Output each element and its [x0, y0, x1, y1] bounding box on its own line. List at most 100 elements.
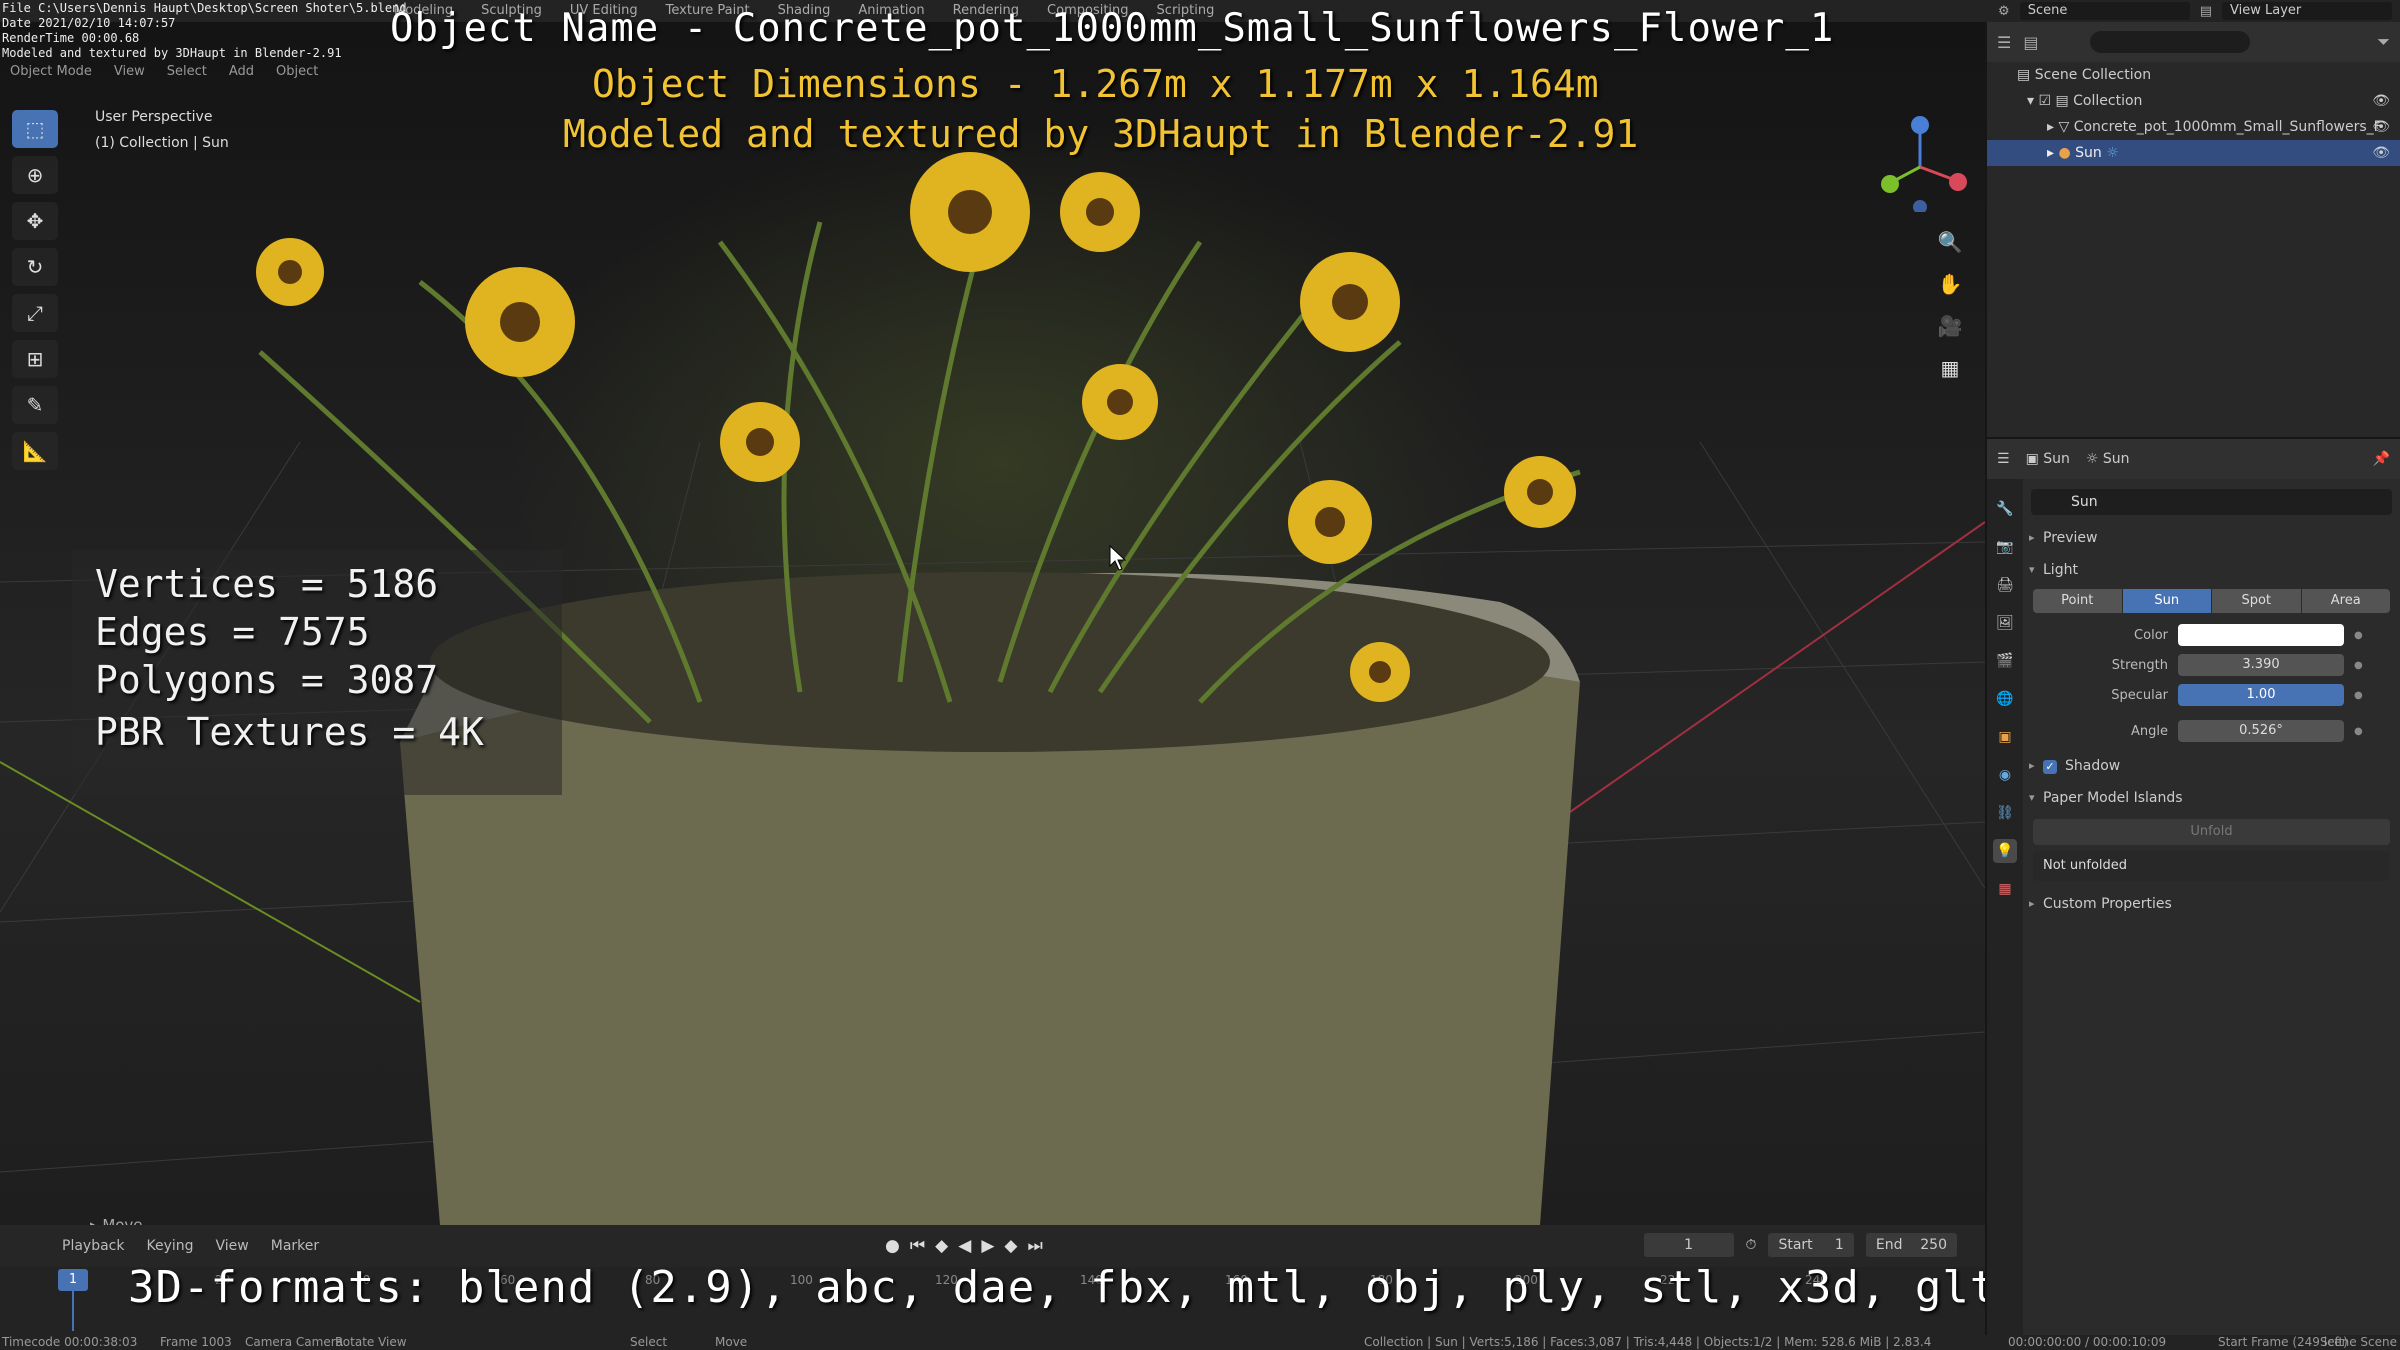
- light-data-tab-icon[interactable]: 💡: [1993, 839, 2017, 863]
- measure-icon[interactable]: 📐: [12, 432, 58, 470]
- menu-object[interactable]: Object: [276, 64, 318, 79]
- constraints-tab-icon[interactable]: ⛓: [1993, 801, 2017, 825]
- light-panel-header[interactable]: ▾ Light: [2023, 555, 2400, 585]
- record-icon[interactable]: ●: [885, 1236, 900, 1256]
- keyframe-dot-icon[interactable]: ●: [2354, 726, 2363, 737]
- vertices-stat: Vertices = 5186: [95, 562, 439, 606]
- shadow-panel-header[interactable]: ▸ ✓ Shadow: [2023, 751, 2400, 781]
- end-frame-field[interactable]: End 250: [1865, 1233, 1957, 1257]
- outliner-collection[interactable]: ▾ ☑ ▤ Collection 👁: [1987, 88, 2400, 114]
- light-type-area[interactable]: Area: [2301, 589, 2390, 613]
- move-icon[interactable]: ✥: [12, 202, 58, 240]
- world-tab-icon[interactable]: 🌐: [1993, 687, 2017, 711]
- outliner-object-pot[interactable]: ▸ ▽ Concrete_pot_1000mm_Small_Sunflowers…: [1987, 114, 2400, 140]
- camera-view-icon[interactable]: 🎥: [1935, 314, 1965, 342]
- view-layer-tab-icon[interactable]: 🖼: [1993, 611, 2017, 635]
- status-scene: Scene Scene: [2320, 1335, 2397, 1349]
- formats-caption: 3D-formats: blend (2.9), abc, dae, fbx, …: [128, 1262, 2163, 1313]
- scale-icon[interactable]: ⤢: [12, 294, 58, 332]
- specular-label: Specular: [2111, 687, 2168, 703]
- eye-icon[interactable]: 👁: [2372, 140, 2390, 166]
- eye-icon[interactable]: 👁: [2372, 114, 2390, 140]
- menu-playback[interactable]: Playback: [62, 1238, 124, 1254]
- scene-tab-icon[interactable]: 🎬: [1993, 649, 2017, 673]
- expanded-arrow-icon: ▾: [2029, 791, 2035, 804]
- paper-model-panel-header[interactable]: ▾ Paper Model Islands: [2023, 783, 2400, 813]
- keyframe-dot-icon[interactable]: ●: [2354, 660, 2363, 671]
- keyframe-dot-icon[interactable]: ●: [2354, 630, 2363, 641]
- specular-slider[interactable]: 1.00: [2178, 684, 2344, 706]
- author-caption: Modeled and textured by 3DHaupt in Blend…: [563, 112, 1639, 156]
- zoom-icon[interactable]: 🔍: [1935, 230, 1965, 258]
- pan-hand-icon[interactable]: ✋: [1935, 272, 1965, 300]
- outliner-scene-collection[interactable]: ▤ Scene Collection: [1987, 62, 2400, 88]
- menu-keying[interactable]: Keying: [146, 1238, 193, 1254]
- menu-marker[interactable]: Marker: [271, 1238, 319, 1254]
- menu-add[interactable]: Add: [229, 64, 254, 79]
- navigation-gizmo[interactable]: [1880, 112, 1980, 212]
- tool-tab-icon[interactable]: 🔧: [1993, 497, 2017, 521]
- display-mode-icon[interactable]: ▤: [2023, 33, 2038, 52]
- playhead[interactable]: 1: [58, 1269, 88, 1291]
- shadow-checkbox[interactable]: ✓: [2043, 760, 2057, 774]
- rotate-icon[interactable]: ↻: [12, 248, 58, 286]
- annotate-icon[interactable]: ✎: [12, 386, 58, 424]
- filter-icon[interactable]: ⏷: [2377, 32, 2390, 52]
- polygons-stat: Polygons = 3087: [95, 658, 439, 702]
- jump-start-icon[interactable]: ⏮: [910, 1236, 925, 1256]
- view-layer-selector[interactable]: View Layer: [2222, 2, 2392, 20]
- outliner-header: ☰ ▤ ⏷: [1987, 22, 2400, 62]
- eye-icon[interactable]: 👁: [2372, 88, 2390, 114]
- next-keyframe-icon[interactable]: ◆: [1004, 1236, 1017, 1256]
- collection-info: (1) Collection | Sun: [95, 135, 229, 151]
- properties-editor[interactable]: ☰ ▣ Sun ☼ Sun 📌 🔧 📷 🖨 🖼 🎬 🌐 ▣ ◉ ⛓ 💡 ▦ Su…: [1985, 437, 2400, 1337]
- light-type-spot[interactable]: Spot: [2212, 589, 2302, 613]
- properties-editor-icon[interactable]: ☰: [1997, 451, 2010, 467]
- strength-label: Strength: [2111, 657, 2168, 673]
- cursor-icon[interactable]: ⊕: [12, 156, 58, 194]
- start-frame-field[interactable]: Start 1: [1768, 1233, 1854, 1257]
- render-tab-icon[interactable]: 📷: [1993, 535, 2017, 559]
- play-reverse-icon[interactable]: ◀: [958, 1236, 971, 1256]
- transform-icon[interactable]: ⊞: [12, 340, 58, 378]
- outliner-search-input[interactable]: [2090, 31, 2251, 53]
- light-type-point[interactable]: Point: [2033, 589, 2123, 613]
- mode-selector[interactable]: Object Mode: [10, 64, 92, 79]
- custom-properties-header[interactable]: ▸ Custom Properties: [2023, 889, 2400, 919]
- status-bar: Timecode 00:00:38:03 Frame 1003 Camera C…: [0, 1335, 2400, 1350]
- select-box-icon[interactable]: ⬚: [12, 110, 58, 148]
- menu-select[interactable]: Select: [167, 64, 207, 79]
- edges-stat: Edges = 7575: [95, 610, 370, 654]
- clock-icon: ⏱: [1745, 1237, 1757, 1253]
- light-datablock-field[interactable]: Sun: [2031, 489, 2392, 515]
- current-frame-field[interactable]: 1: [1643, 1233, 1734, 1257]
- preview-panel-header[interactable]: ▸ Preview: [2023, 523, 2400, 553]
- outliner[interactable]: ☰ ▤ ⏷ ▤ Scene Collection ▾ ☑ ▤ Collectio…: [1985, 22, 2400, 437]
- object-tab-icon[interactable]: ▣: [1993, 725, 2017, 749]
- editor-type-icon[interactable]: ☰: [1997, 33, 2011, 52]
- jump-end-icon[interactable]: ⏭: [1027, 1236, 1042, 1256]
- strength-field[interactable]: 3.390: [2178, 654, 2344, 676]
- stamp-render-time: RenderTime 00:00.68: [2, 31, 140, 45]
- output-tab-icon[interactable]: 🖨: [1993, 573, 2017, 597]
- unfold-button[interactable]: Unfold: [2033, 819, 2390, 845]
- object-dimensions-caption: Object Dimensions - 1.267m x 1.177m x 1.…: [592, 62, 1599, 106]
- prev-keyframe-icon[interactable]: ◆: [935, 1236, 948, 1256]
- menu-view[interactable]: View: [114, 64, 145, 79]
- keyframe-dot-icon[interactable]: ●: [2354, 690, 2363, 701]
- angle-row: Angle 0.526° ●: [2023, 717, 2400, 745]
- light-type-sun[interactable]: Sun: [2122, 589, 2212, 613]
- stamp-date: Date 2021/02/10 14:07:57: [2, 16, 176, 30]
- menu-timeline-view[interactable]: View: [216, 1238, 249, 1254]
- physics-tab-icon[interactable]: ◉: [1993, 763, 2017, 787]
- play-icon[interactable]: ▶: [981, 1236, 994, 1256]
- last-operator-panel[interactable]: ▸ Move: [78, 1210, 278, 1225]
- angle-field[interactable]: 0.526°: [2178, 720, 2344, 742]
- outliner-object-sun[interactable]: ▸ ● Sun ☼ 👁: [1987, 140, 2400, 166]
- ortho-grid-icon[interactable]: ▦: [1935, 356, 1965, 384]
- texture-tab-icon[interactable]: ▦: [1993, 877, 2017, 901]
- color-swatch[interactable]: [2178, 624, 2344, 646]
- scene-selector[interactable]: Scene: [2019, 2, 2190, 20]
- timeline-header: Playback Keying View Marker ● ⏮ ◆ ◀ ▶ ◆ …: [0, 1225, 1985, 1267]
- pin-icon[interactable]: 📌: [2373, 451, 2390, 467]
